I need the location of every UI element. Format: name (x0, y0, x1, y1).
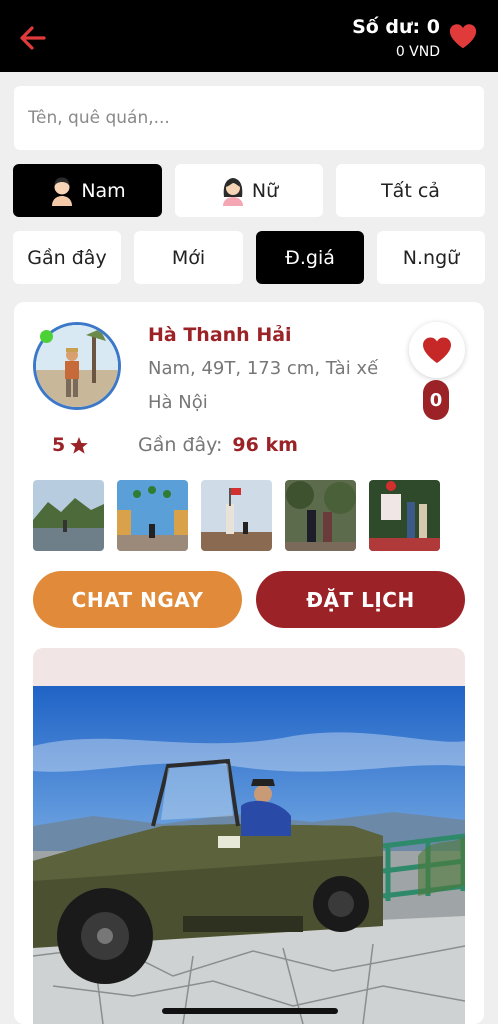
sort-new[interactable]: Mới (134, 231, 243, 284)
thumbnail-photo[interactable] (33, 480, 104, 551)
featured-photo-container (33, 648, 465, 1024)
featured-photo[interactable] (33, 686, 465, 1024)
distance-value: 96 km (232, 434, 298, 456)
search-box[interactable] (14, 86, 484, 150)
filter-female-label: Nữ (251, 179, 279, 202)
filter-all-label: Tất cả (381, 179, 440, 202)
back-arrow-icon[interactable] (18, 24, 48, 52)
profile-city: Hà Nội (148, 392, 208, 413)
top-bar: Số dư: 0 0 VND (0, 0, 498, 72)
thumbnail-photo[interactable] (201, 480, 272, 551)
profile-distance: Gần đây: 96 km (138, 434, 298, 456)
online-status-dot (40, 330, 53, 343)
filter-all[interactable]: Tất cả (336, 164, 485, 217)
balance-vnd: 0 VND (395, 44, 440, 60)
sort-price-label: Đ.giá (285, 246, 335, 269)
sort-recent-label: Gần đây (27, 246, 107, 269)
search-input[interactable] (28, 108, 470, 128)
photo-thumbnails (33, 480, 440, 551)
book-appointment-button[interactable]: ĐẶT LỊCH (256, 571, 465, 628)
sort-new-label: Mới (171, 246, 206, 269)
thumbnail-photo[interactable] (285, 480, 356, 551)
like-count-badge: 0 (423, 380, 449, 420)
like-button[interactable] (409, 322, 465, 378)
thumbnail-photo[interactable] (369, 480, 440, 551)
female-avatar-icon (222, 177, 243, 206)
rating-value: 5 (52, 434, 66, 456)
filter-male[interactable]: Nam (13, 164, 162, 217)
profile-info: Nam, 49T, 173 cm, Tài xế (148, 358, 379, 379)
sort-recent[interactable]: Gần đây (13, 231, 121, 284)
star-icon (70, 436, 89, 454)
profile-name: Hà Thanh Hải (148, 324, 292, 346)
filter-male-label: Nam (81, 179, 126, 202)
male-avatar-icon (52, 177, 73, 206)
distance-label: Gần đây: (138, 434, 223, 456)
profile-card[interactable]: Hà Thanh Hải Nam, 49T, 173 cm, Tài xế Hà… (14, 302, 484, 1024)
profile-rating: 5 (52, 434, 89, 456)
sort-language[interactable]: N.ngữ (377, 231, 485, 284)
favorites-heart-icon[interactable] (448, 22, 478, 50)
sort-language-label: N.ngữ (402, 246, 460, 269)
filter-female[interactable]: Nữ (175, 164, 323, 217)
chat-now-button[interactable]: CHAT NGAY (33, 571, 242, 628)
balance-label: Số dư: 0 (352, 16, 440, 38)
home-indicator (162, 1008, 338, 1014)
thumbnail-photo[interactable] (117, 480, 188, 551)
sort-price[interactable]: Đ.giá (256, 231, 364, 284)
heart-icon (423, 337, 451, 363)
